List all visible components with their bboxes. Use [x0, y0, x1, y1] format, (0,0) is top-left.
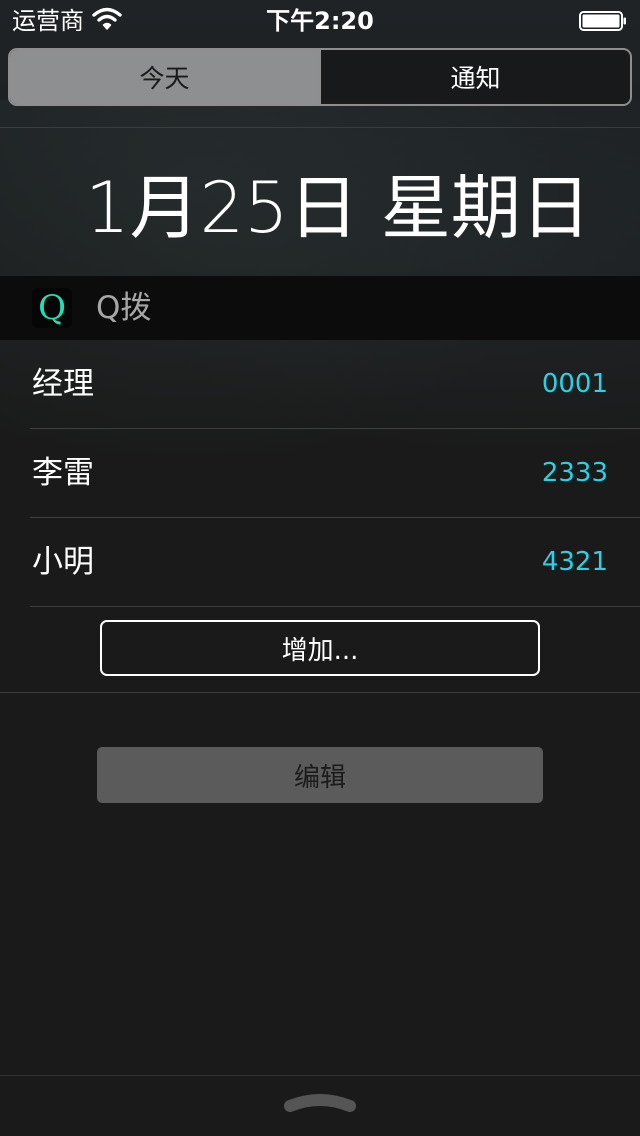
date-heading: 1月25日 星期日	[85, 167, 591, 249]
contact-number: 0001	[541, 369, 608, 399]
status-bar: 运营商 下午2:20	[0, 0, 640, 40]
widget-title: Q拨	[96, 290, 152, 326]
list-item[interactable]: 小明 4321	[30, 518, 640, 607]
segmented-control: 今天 通知	[8, 48, 632, 106]
tab-notifications[interactable]: 通知	[319, 50, 630, 104]
contact-list: 经理 0001 李雷 2333 小明 4321	[0, 340, 640, 607]
contact-number: 4321	[541, 547, 608, 577]
widget-header[interactable]: Q Q拨	[0, 276, 640, 340]
app-icon-letter: Q	[38, 288, 66, 328]
contact-name: 经理	[32, 366, 94, 402]
contact-name: 小明	[32, 544, 94, 580]
divider	[0, 692, 640, 693]
contact-name: 李雷	[32, 455, 94, 491]
list-item[interactable]: 经理 0001	[30, 340, 640, 429]
contact-number: 2333	[541, 458, 608, 488]
battery-icon	[579, 11, 626, 31]
tab-today[interactable]: 今天	[10, 50, 319, 104]
app-icon: Q	[32, 288, 72, 328]
divider	[0, 127, 640, 128]
notification-center: 运营商 下午2:20 今天 通知 1月25日 星期日 Q Q拨 经理 0001	[0, 0, 640, 1136]
divider	[0, 1075, 640, 1076]
grabber-handle-icon[interactable]	[282, 1090, 358, 1116]
edit-button[interactable]: 编辑	[97, 747, 543, 803]
clock: 下午2:20	[266, 7, 374, 35]
add-button[interactable]: 增加...	[100, 620, 540, 676]
list-item[interactable]: 李雷 2333	[30, 429, 640, 518]
